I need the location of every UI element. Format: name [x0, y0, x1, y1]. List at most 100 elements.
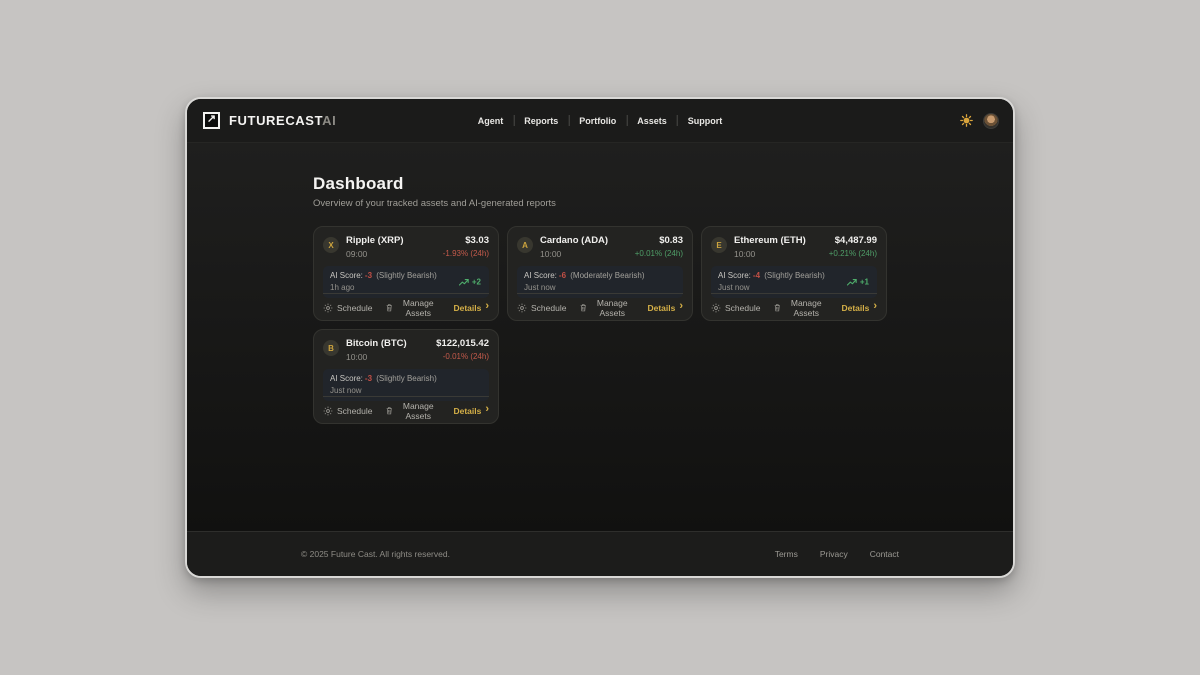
asset-card-grid: X Ripple (XRP) 09:00 $3.03 -1.93% (24h) … — [313, 226, 887, 424]
asset-change: -0.01% (24h) — [436, 352, 489, 361]
trash-icon — [386, 406, 393, 416]
footer-link-contact[interactable]: Contact — [870, 549, 899, 559]
trash-icon — [774, 303, 781, 313]
ai-sentiment: (Slightly Bearish) — [376, 271, 436, 280]
brand-name-secondary: AI — [322, 113, 336, 128]
asset-card-btc: B Bitcoin (BTC) 10:00 $122,015.42 -0.01%… — [313, 329, 499, 424]
app-window: ↗ FUTURECASTAI Agent Reports Portfolio A… — [185, 97, 1015, 578]
page-title: Dashboard — [313, 174, 887, 194]
chevron-right-icon: › — [485, 301, 489, 312]
nav-item-portfolio[interactable]: Portfolio — [569, 112, 626, 130]
asset-price: $0.83 — [635, 235, 683, 246]
asset-change: +0.21% (24h) — [829, 249, 877, 258]
asset-name: Bitcoin (BTC) — [346, 338, 407, 349]
trend-badge: +2 — [459, 278, 481, 287]
theme-toggle-button[interactable] — [960, 114, 973, 127]
gear-icon — [517, 303, 527, 313]
chevron-right-icon: › — [485, 404, 489, 415]
gear-icon — [711, 303, 721, 313]
manage-assets-button[interactable]: Manage Assets — [580, 298, 633, 318]
schedule-label: Schedule — [337, 406, 372, 416]
manage-assets-button[interactable]: Manage Assets — [386, 298, 439, 318]
ai-score-value: -3 — [365, 374, 372, 383]
brand-name: FUTURECASTAI — [229, 113, 336, 128]
schedule-button[interactable]: Schedule — [323, 406, 372, 416]
schedule-label: Schedule — [531, 303, 566, 313]
details-button[interactable]: Details › — [647, 302, 683, 313]
asset-coin-badge: X — [323, 237, 339, 253]
asset-coin-badge: A — [517, 237, 533, 253]
asset-time: 10:00 — [346, 352, 407, 362]
asset-name: Ripple (XRP) — [346, 235, 404, 246]
nav-item-assets[interactable]: Assets — [627, 112, 677, 130]
manage-assets-label: Manage Assets — [785, 298, 827, 318]
ai-score-value: -4 — [753, 271, 760, 280]
trash-icon — [580, 303, 587, 313]
ai-sentiment: (Moderately Bearish) — [570, 271, 644, 280]
ai-score-label: AI Score: — [718, 271, 751, 280]
trending-up-icon — [847, 278, 857, 286]
asset-price: $122,015.42 — [436, 338, 489, 349]
footer-link-privacy[interactable]: Privacy — [820, 549, 848, 559]
brand-logo-icon: ↗ — [203, 112, 220, 129]
manage-assets-label: Manage Assets — [591, 298, 633, 318]
asset-card-xrp: X Ripple (XRP) 09:00 $3.03 -1.93% (24h) … — [313, 226, 499, 321]
asset-change: +0.01% (24h) — [635, 249, 683, 258]
schedule-label: Schedule — [725, 303, 760, 313]
manage-assets-label: Manage Assets — [397, 298, 439, 318]
trend-value: +1 — [860, 278, 869, 287]
trash-icon — [386, 303, 393, 313]
ai-score-label: AI Score: — [330, 374, 363, 383]
asset-time: 09:00 — [346, 249, 404, 259]
sun-icon — [960, 114, 973, 127]
details-button[interactable]: Details › — [453, 405, 489, 416]
header-actions — [960, 113, 999, 129]
details-button[interactable]: Details › — [453, 302, 489, 313]
app-footer: © 2025 Future Cast. All rights reserved.… — [187, 531, 1013, 576]
ai-score-label: AI Score: — [330, 271, 363, 280]
footer-link-terms[interactable]: Terms — [775, 549, 798, 559]
schedule-button[interactable]: Schedule — [517, 303, 566, 313]
main-content: Dashboard Overview of your tracked asset… — [187, 143, 1013, 531]
asset-time: 10:00 — [734, 249, 806, 259]
nav-item-reports[interactable]: Reports — [514, 112, 568, 130]
manage-assets-label: Manage Assets — [397, 401, 439, 421]
ai-score-age: Just now — [524, 283, 676, 292]
gear-icon — [323, 406, 333, 416]
schedule-button[interactable]: Schedule — [323, 303, 372, 313]
manage-assets-button[interactable]: Manage Assets — [386, 401, 439, 421]
copyright-text: © 2025 Future Cast. All rights reserved. — [301, 549, 450, 559]
details-label: Details — [647, 303, 675, 313]
asset-coin-badge: B — [323, 340, 339, 356]
brand-logo[interactable]: ↗ FUTURECASTAI — [203, 112, 336, 129]
ai-score-label: AI Score: — [524, 271, 557, 280]
chevron-right-icon: › — [873, 301, 877, 312]
asset-name: Cardano (ADA) — [540, 235, 608, 246]
footer-links: Terms Privacy Contact — [775, 549, 899, 559]
ai-score-value: -6 — [559, 271, 566, 280]
schedule-button[interactable]: Schedule — [711, 303, 760, 313]
trending-up-icon — [459, 278, 469, 286]
user-avatar[interactable] — [983, 113, 999, 129]
details-label: Details — [453, 406, 481, 416]
gear-icon — [323, 303, 333, 313]
nav-item-agent[interactable]: Agent — [468, 112, 514, 130]
ai-sentiment: (Slightly Bearish) — [764, 271, 824, 280]
trend-badge: +1 — [847, 278, 869, 287]
ai-score-age: Just now — [330, 386, 482, 395]
nav-item-support[interactable]: Support — [678, 112, 733, 130]
asset-price: $3.03 — [443, 235, 489, 246]
brand-name-primary: FUTURECAST — [229, 113, 322, 128]
asset-change: -1.93% (24h) — [443, 249, 489, 258]
schedule-label: Schedule — [337, 303, 372, 313]
chevron-right-icon: › — [679, 301, 683, 312]
page-subtitle: Overview of your tracked assets and AI-g… — [313, 198, 887, 209]
ai-sentiment: (Slightly Bearish) — [376, 374, 436, 383]
manage-assets-button[interactable]: Manage Assets — [774, 298, 827, 318]
arrow-up-right-icon: ↗ — [207, 114, 216, 125]
ai-score-value: -3 — [365, 271, 372, 280]
asset-price: $4,487.99 — [829, 235, 877, 246]
details-button[interactable]: Details › — [841, 302, 877, 313]
details-label: Details — [453, 303, 481, 313]
asset-card-ada: A Cardano (ADA) 10:00 $0.83 +0.01% (24h)… — [507, 226, 693, 321]
